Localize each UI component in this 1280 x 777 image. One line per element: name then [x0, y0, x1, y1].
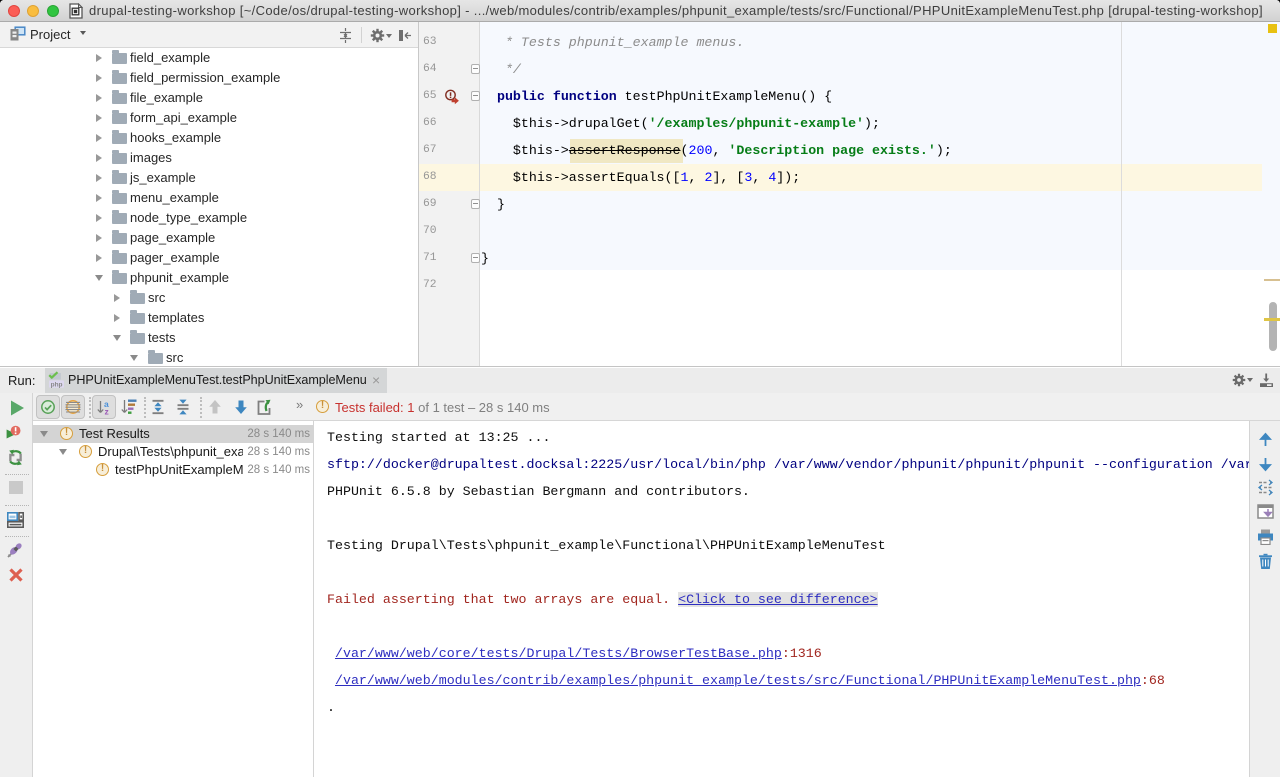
svg-text:php: php: [51, 382, 63, 389]
svg-text:z: z: [105, 407, 109, 416]
